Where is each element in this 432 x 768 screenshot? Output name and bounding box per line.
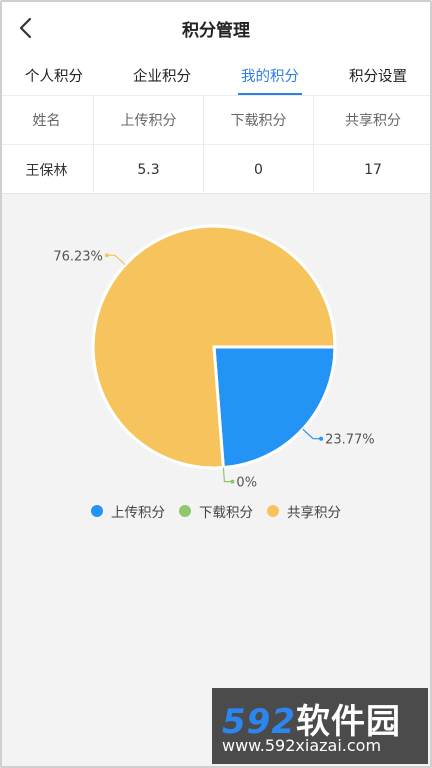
legend-dot bbox=[179, 505, 191, 517]
tab-label: 我的积分 bbox=[241, 69, 299, 85]
watermark-logo: 592软件园 www.592xiazai.com bbox=[212, 688, 428, 764]
app-header: 积分管理 bbox=[0, 0, 432, 56]
pie-leader-line-1 bbox=[222, 467, 233, 483]
active-tab-indicator bbox=[238, 93, 302, 95]
pie-leader-line-0 bbox=[302, 428, 322, 440]
back-button[interactable] bbox=[12, 14, 40, 42]
tab-company-points[interactable]: 企业积分 bbox=[108, 56, 216, 95]
pie-leader-dot-0 bbox=[319, 436, 324, 441]
tab-label: 个人积分 bbox=[25, 69, 83, 85]
cell-download-points: 0 bbox=[204, 145, 314, 194]
cell-name: 王保林 bbox=[0, 145, 94, 194]
header-upload-points: 上传积分 bbox=[94, 96, 204, 144]
pie-data-label-2: 76.23% bbox=[53, 249, 103, 264]
legend-item-download[interactable]: 下载积分 bbox=[179, 501, 253, 521]
points-table: 姓名 上传积分 下载积分 共享积分 王保林 5.3 0 17 bbox=[0, 96, 432, 194]
pie-data-label-0: 23.77% bbox=[325, 433, 375, 448]
table-header-row: 姓名 上传积分 下载积分 共享积分 bbox=[0, 96, 432, 145]
watermark-url: www.592xiazai.com bbox=[222, 736, 382, 755]
tab-personal-points[interactable]: 个人积分 bbox=[0, 56, 108, 95]
tab-bar: 个人积分 企业积分 我的积分 积分设置 bbox=[0, 56, 432, 96]
legend-item-share[interactable]: 共享积分 bbox=[267, 501, 341, 521]
pie-slice-0[interactable] bbox=[212, 345, 337, 470]
header-name: 姓名 bbox=[0, 96, 94, 144]
pie-data-label-1: 0% bbox=[236, 476, 257, 491]
tab-label: 积分设置 bbox=[349, 69, 407, 85]
pie-leader-line-2 bbox=[106, 254, 126, 266]
pie-leader-dot-2 bbox=[104, 253, 109, 258]
tab-points-settings[interactable]: 积分设置 bbox=[324, 56, 432, 95]
legend-dot bbox=[91, 505, 103, 517]
tab-label: 企业积分 bbox=[133, 69, 191, 85]
legend-dot bbox=[267, 505, 279, 517]
header-share-points: 共享积分 bbox=[345, 113, 401, 129]
chart-legend: 上传积分 下载积分 共享积分 bbox=[0, 500, 432, 522]
page-title: 积分管理 bbox=[182, 20, 250, 41]
header-download-points: 下载积分 bbox=[204, 96, 314, 144]
chevron-left-icon bbox=[19, 17, 32, 39]
legend-item-upload[interactable]: 上传积分 bbox=[91, 501, 165, 521]
cell-upload-points: 5.3 bbox=[94, 145, 204, 194]
table-row: 王保林 5.3 0 17 bbox=[0, 145, 432, 194]
legend-label: 上传积分 bbox=[111, 505, 165, 521]
tab-my-points[interactable]: 我的积分 bbox=[216, 56, 324, 95]
legend-label: 共享积分 bbox=[287, 505, 341, 521]
legend-label: 下载积分 bbox=[199, 505, 253, 521]
pie-leader-dot-1 bbox=[230, 479, 235, 484]
cell-share-points: 17 bbox=[364, 161, 382, 178]
